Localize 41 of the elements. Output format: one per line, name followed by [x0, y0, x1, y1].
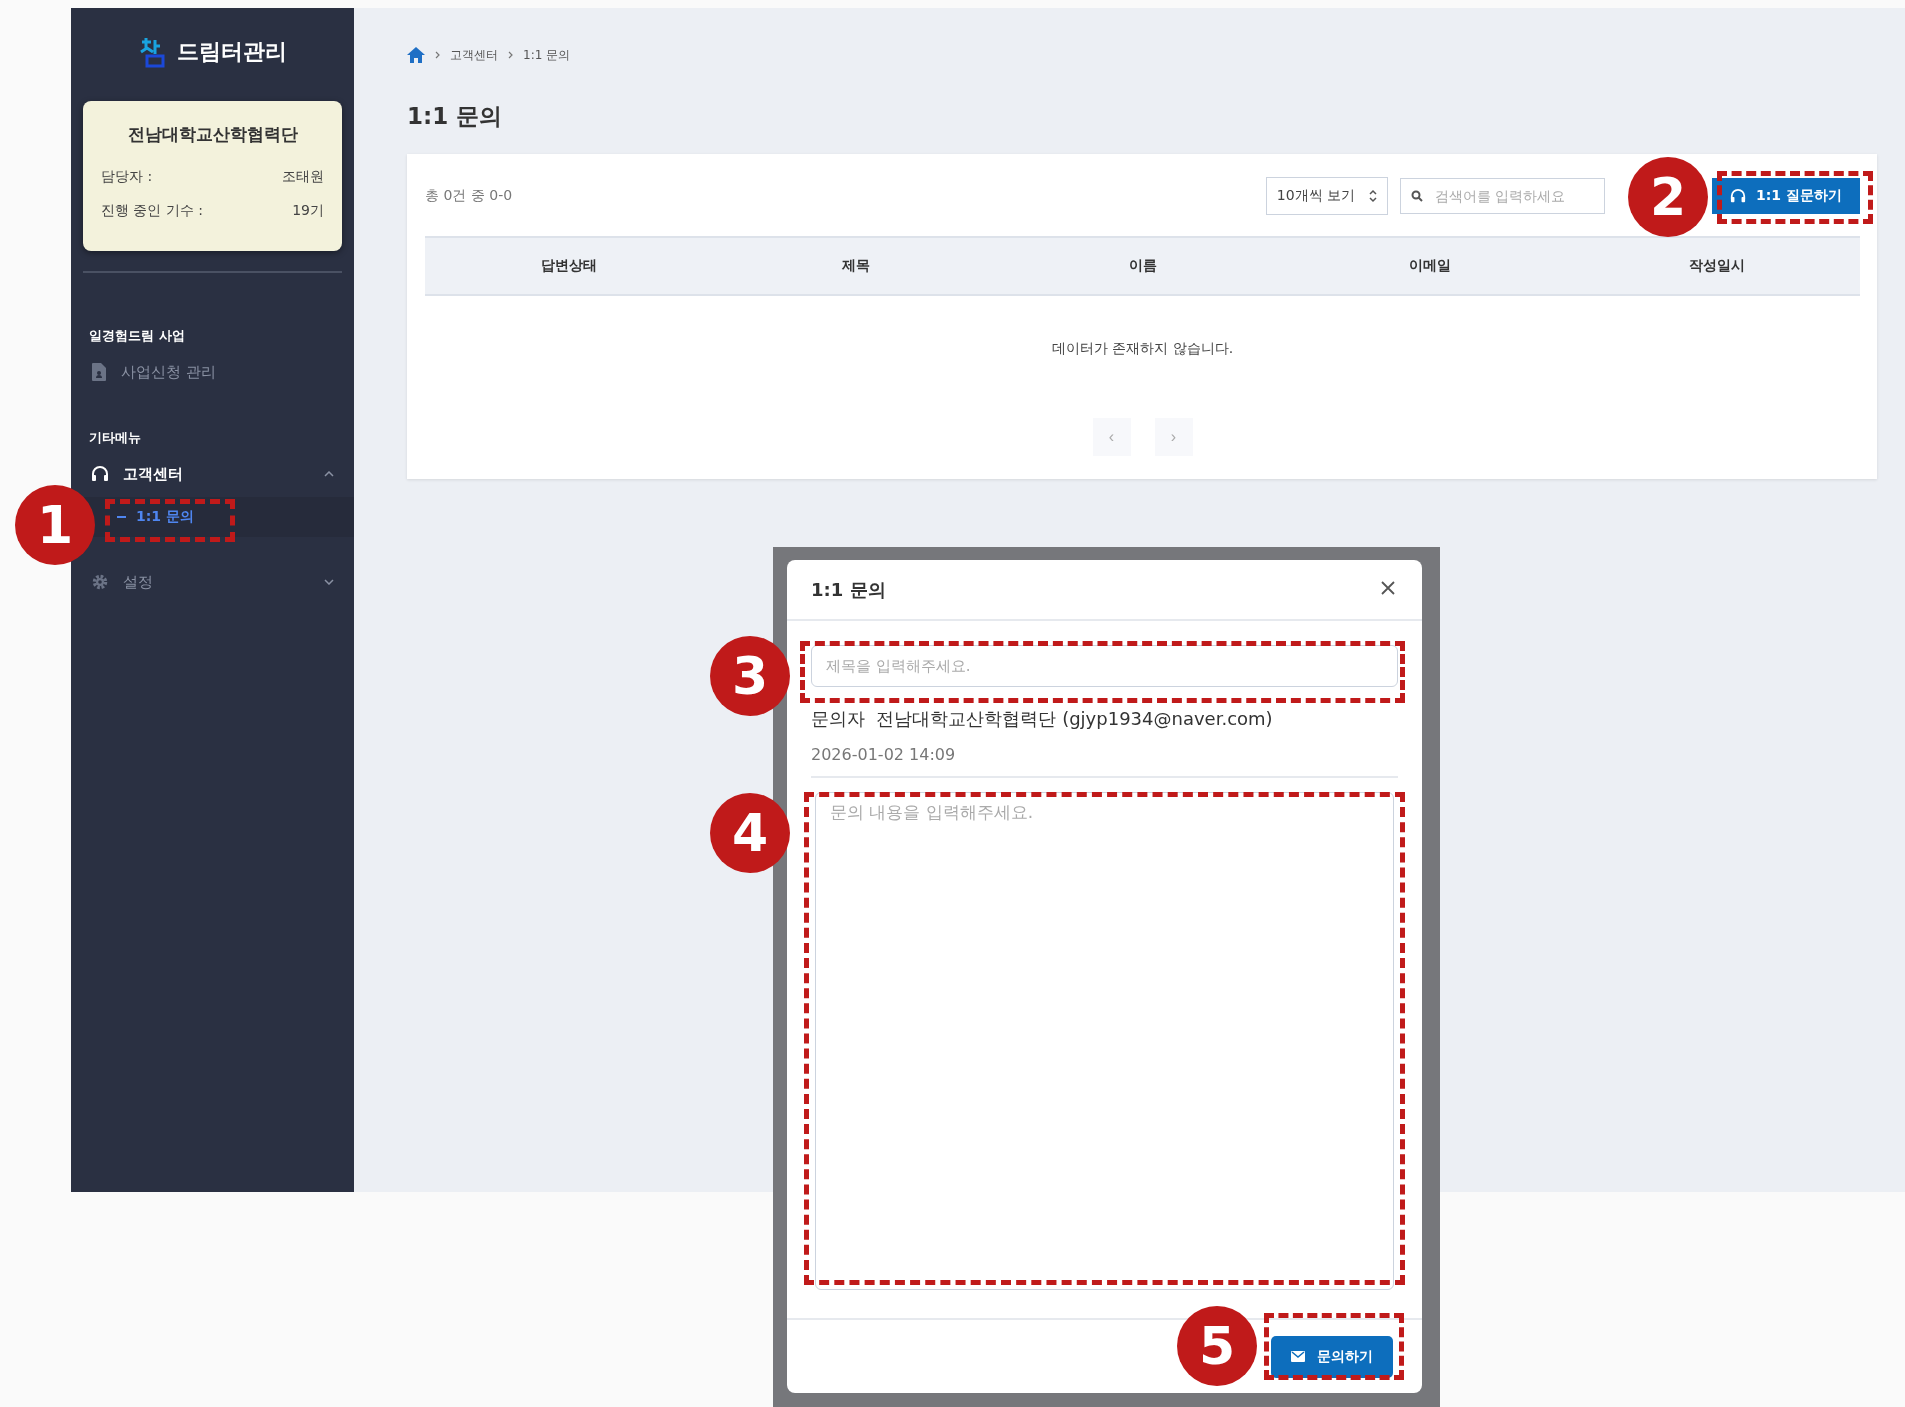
breadcrumb-item: 1:1 문의 — [523, 46, 571, 64]
search-icon — [1411, 190, 1424, 202]
column-header: 제목 — [840, 257, 871, 275]
organization-name: 전남대학교산학협력단 — [126, 123, 299, 146]
empty-message: 데이터가 존재하지 않습니다. — [1051, 340, 1234, 358]
logo-text: 드림터관리 — [176, 38, 287, 66]
content-field[interactable]: 문의 내용을 입력해주세요. — [815, 792, 1394, 1291]
sidebar-item[interactable]: 설정 — [83, 565, 342, 599]
document-icon — [91, 363, 107, 381]
inquirer-info: 문의자 전남대학교산학협력단 (gjyp1934@naver.com) — [811, 707, 1274, 732]
result-summary: 총 0건 중 0-0 — [425, 187, 514, 205]
inquiry-date: 2026-01-02 14:09 — [811, 745, 1398, 779]
submit-button[interactable]: 문의하기 — [1271, 1335, 1393, 1378]
headset-icon — [1730, 188, 1747, 204]
page-size-select[interactable]: 10개씩 보기 — [1265, 177, 1389, 215]
home-icon[interactable] — [407, 47, 425, 63]
envelope-icon — [1291, 1351, 1305, 1363]
chevron-icon — [435, 51, 440, 59]
menu-section-title: 기타메뉴 — [89, 429, 142, 447]
chevron-icon — [508, 51, 513, 59]
info-label: 담당자 : — [101, 168, 153, 186]
step-number: 1 — [15, 485, 95, 565]
info-value: 조태원 — [282, 168, 324, 186]
gear-icon — [91, 573, 109, 591]
info-value: 19기 — [292, 202, 324, 220]
breadcrumb-item[interactable]: 고객센터 — [450, 46, 498, 64]
sort-icon — [1369, 189, 1378, 203]
page-title: 1:1 문의 — [407, 102, 504, 131]
sidebar-item[interactable]: 사업신청 관리 — [83, 355, 342, 389]
headset-icon — [91, 465, 109, 483]
column-header: 이름 — [1127, 257, 1158, 275]
menu-section-title: 일경험드림 사업 — [89, 327, 186, 345]
column-header: 작성일시 — [1687, 257, 1746, 275]
dialog-title: 1:1 문의 — [811, 577, 886, 602]
info-label: 진행 중인 기수 : — [101, 202, 204, 220]
column-header: 이메일 — [1407, 257, 1452, 275]
subject-field[interactable]: 제목을 입력해주세요. — [811, 645, 1398, 688]
column-header: 답변상태 — [539, 257, 598, 275]
search-field[interactable]: 검색어를 입력하세요 — [1400, 178, 1606, 214]
sidebar-subitem[interactable]: 1:1 문의 — [117, 508, 194, 526]
ask-question-button[interactable]: 1:1 질문하기 — [1712, 178, 1860, 214]
